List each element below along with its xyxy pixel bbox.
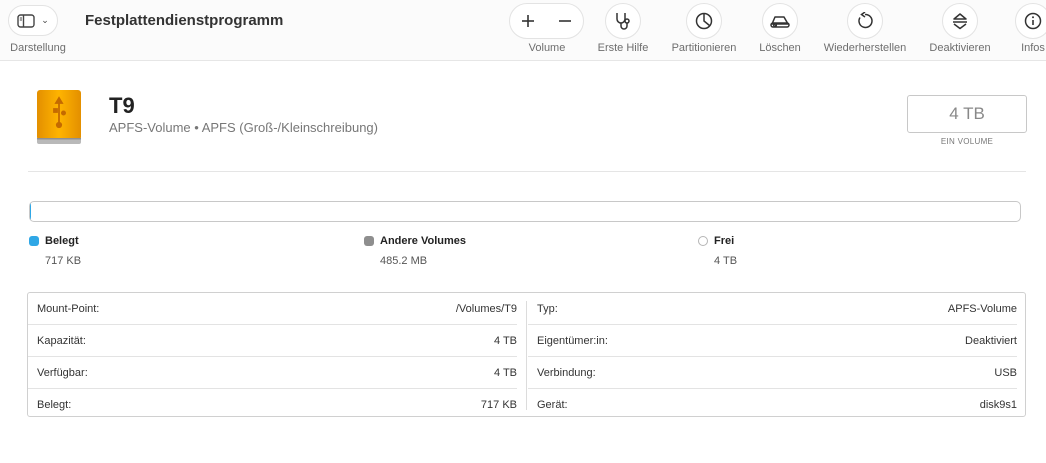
- chevron-down-icon: ⌄: [41, 15, 49, 25]
- plus-icon: [522, 15, 535, 27]
- volume-size-caption: EIN VOLUME: [940, 137, 994, 146]
- sidebar-toggle-button[interactable]: ⌄: [8, 5, 58, 36]
- info-value: 4 TB: [493, 335, 517, 347]
- app-title: Festplattendienstprogramm: [85, 12, 284, 29]
- info-column-left: Mount-Point: /Volumes/T9 Kapazität: 4 TB V…: [28, 293, 517, 420]
- info-row: Verbindung: USB: [528, 356, 1017, 388]
- usage-bar: [29, 201, 1021, 222]
- info-row: Gerät: disk9s1: [528, 388, 1017, 420]
- info-key: Kapazität:: [37, 335, 86, 347]
- volume-size-box: 4 TB: [907, 95, 1027, 133]
- loeschen-label: Löschen: [759, 42, 801, 54]
- erste-hilfe-label: Erste Hilfe: [597, 42, 649, 54]
- info-value: 717 KB: [480, 399, 517, 411]
- info-icon: [1024, 12, 1042, 30]
- volume-button-group: [509, 3, 584, 39]
- main-content: T9 APFS-Volume • APFS (Groß-/Kleinschrei…: [0, 61, 1046, 463]
- remove-volume-button[interactable]: [547, 14, 584, 28]
- info-value: APFS-Volume: [947, 303, 1017, 315]
- legend-free-value: 4 TB: [714, 255, 738, 267]
- legend-other-title: Andere Volumes: [380, 235, 466, 247]
- pie-chart-icon: [695, 12, 713, 30]
- volume-subtitle: APFS-Volume • APFS (Groß-/Kleinschreibun…: [109, 120, 378, 135]
- divider: [28, 171, 1026, 172]
- info-value: disk9s1: [979, 399, 1017, 411]
- legend-dot-other: [364, 236, 374, 246]
- toolbar: ⌄ Darstellung Festplattendienstprogramm …: [0, 0, 1046, 61]
- info-row: Belegt: 717 KB: [28, 388, 517, 420]
- info-value: Deaktiviert: [965, 335, 1017, 347]
- external-drive-icon: [35, 89, 83, 147]
- info-value: 4 TB: [493, 367, 517, 379]
- info-row: Mount-Point: /Volumes/T9: [28, 293, 517, 324]
- erase-button[interactable]: [762, 3, 798, 39]
- unmount-icon: [953, 13, 967, 30]
- stethoscope-icon: [616, 13, 630, 30]
- legend-used-value: 717 KB: [45, 255, 82, 267]
- info-key: Verbindung:: [537, 367, 596, 379]
- volume-size: 4 TB: [949, 104, 985, 123]
- restore-icon: [858, 12, 873, 29]
- info-key: Eigentümer:in:: [537, 335, 608, 347]
- info-key: Mount-Point:: [37, 303, 100, 315]
- partitionieren-label: Partitionieren: [671, 42, 737, 54]
- legend-free-title: Frei: [714, 235, 735, 247]
- restore-button[interactable]: [847, 3, 883, 39]
- legend-dot-free: [698, 236, 708, 246]
- info-value: /Volumes/T9: [455, 303, 517, 315]
- info-key: Belegt:: [37, 399, 72, 411]
- info-key: Verfügbar:: [37, 367, 88, 379]
- info-key: Gerät:: [537, 399, 568, 411]
- info-row: Typ: APFS-Volume: [528, 293, 1017, 324]
- darstellung-label: Darstellung: [10, 42, 66, 54]
- unmount-button[interactable]: [942, 3, 978, 39]
- legend-dot-used: [29, 236, 39, 246]
- info-table: Mount-Point: /Volumes/T9 Kapazität: 4 TB V…: [27, 292, 1026, 417]
- deaktivieren-label: Deaktivieren: [929, 42, 991, 54]
- infos-label: Infos: [1021, 42, 1045, 54]
- legend-used-title: Belegt: [45, 235, 79, 247]
- volume-label: Volume: [528, 42, 566, 54]
- sidebar-icon: [17, 13, 35, 28]
- wiederherstellen-label: Wiederherstellen: [823, 42, 907, 54]
- partition-button[interactable]: [686, 3, 722, 39]
- info-row: Kapazität: 4 TB: [28, 324, 517, 356]
- info-row: Eigentümer:in: Deaktiviert: [528, 324, 1017, 356]
- column-separator: [526, 301, 527, 410]
- minus-icon: [558, 20, 571, 22]
- info-row: Verfügbar: 4 TB: [28, 356, 517, 388]
- eraser-icon: [770, 16, 790, 28]
- info-column-right: Typ: APFS-Volume Eigentümer:in: Deaktivier…: [528, 293, 1017, 420]
- info-key: Typ:: [537, 303, 558, 315]
- info-button[interactable]: [1015, 3, 1046, 39]
- info-value: USB: [994, 367, 1017, 379]
- volume-name: T9: [109, 93, 135, 118]
- legend-other-value: 485.2 MB: [380, 255, 428, 267]
- first-aid-button[interactable]: [605, 3, 641, 39]
- add-volume-button[interactable]: [510, 14, 547, 28]
